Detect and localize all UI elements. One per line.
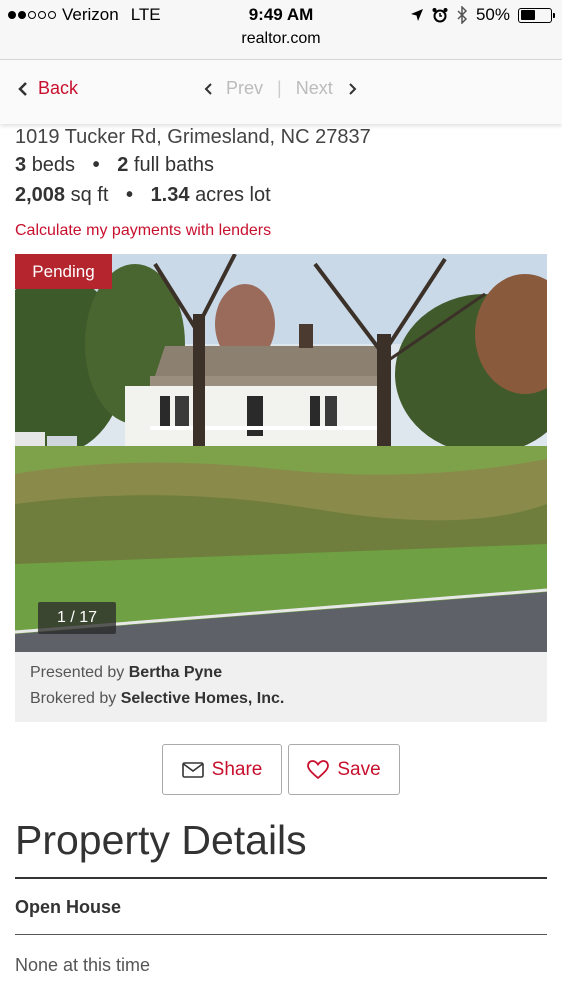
listing-content: 1019 Tucker Rd, Grimesland, NC 27837 3 b… <box>15 124 547 978</box>
bullet-separator: • <box>125 184 133 206</box>
lot-value: 1.34 <box>150 184 190 206</box>
save-label: Save <box>337 758 381 780</box>
save-button[interactable]: Save <box>288 744 400 795</box>
share-button[interactable]: Share <box>162 744 282 795</box>
calculate-payments-link[interactable]: Calculate my payments with lenders <box>15 222 547 240</box>
beds-value: 3 <box>15 154 27 176</box>
battery-icon <box>518 7 555 23</box>
lot-unit: acres lot <box>195 184 271 206</box>
open-house-value: None at this time <box>15 955 151 975</box>
envelope-icon <box>181 761 204 778</box>
open-house-label: Open House <box>15 897 122 917</box>
sqft-value: 2,008 <box>15 184 66 206</box>
photo-counter: 1 / 17 <box>38 602 116 634</box>
chevron-left-icon[interactable] <box>204 82 214 96</box>
back-button[interactable]: Back <box>18 78 78 99</box>
property-details-heading: Property Details <box>15 817 307 863</box>
action-buttons: Share Save <box>15 744 547 795</box>
url-domain: realtor.com <box>241 30 321 47</box>
baths-unit: full baths <box>133 154 214 176</box>
status-right: 50% <box>410 5 555 25</box>
house-photo <box>15 254 547 652</box>
prev-button[interactable]: Prev <box>226 78 263 99</box>
brokered-prefix: Brokered by <box>30 690 117 707</box>
presented-prefix: Presented by <box>30 664 125 681</box>
url-bar[interactable]: realtor.com <box>0 30 562 60</box>
broker-name[interactable]: Selective Homes, Inc. <box>121 690 285 707</box>
battery-percent: 50% <box>475 5 510 24</box>
status-bar: Verizon LTE 9:49 AM 50% <box>0 0 562 30</box>
brokered-by-row: Brokered by Selective Homes, Inc. <box>30 686 532 712</box>
size-row: 2,008 sq ft • 1.34 acres lot <box>15 180 547 210</box>
alarm-icon <box>432 8 448 23</box>
next-button[interactable]: Next <box>296 78 333 99</box>
bluetooth-icon <box>457 6 468 24</box>
nav-separator: | <box>277 78 282 98</box>
status-badge: Pending <box>15 254 112 289</box>
location-arrow-icon <box>410 9 423 21</box>
back-label: Back <box>38 78 79 98</box>
bullet-separator: • <box>92 154 100 176</box>
prev-next-nav: Prev | Next <box>204 78 357 99</box>
agent-name[interactable]: Bertha Pyne <box>129 664 222 681</box>
beds-baths-row: 3 beds • 2 full baths <box>15 150 547 180</box>
heart-icon <box>307 759 330 779</box>
agent-info: Presented by Bertha Pyne Brokered by Sel… <box>15 652 547 722</box>
listing-nav-bar: Back Prev | Next <box>0 60 562 124</box>
listing-address: 1019 Tucker Rd, Grimesland, NC 27837 <box>15 126 371 148</box>
chevron-left-icon <box>18 81 27 96</box>
sqft-unit: sq ft <box>70 184 109 206</box>
chevron-right-icon[interactable] <box>347 82 357 96</box>
share-label: Share <box>211 758 263 780</box>
baths-value: 2 <box>117 154 129 176</box>
listing-photo[interactable]: Pending 1 / 17 <box>15 254 547 652</box>
beds-unit: beds <box>31 154 76 176</box>
presented-by-row: Presented by Bertha Pyne <box>30 660 532 686</box>
